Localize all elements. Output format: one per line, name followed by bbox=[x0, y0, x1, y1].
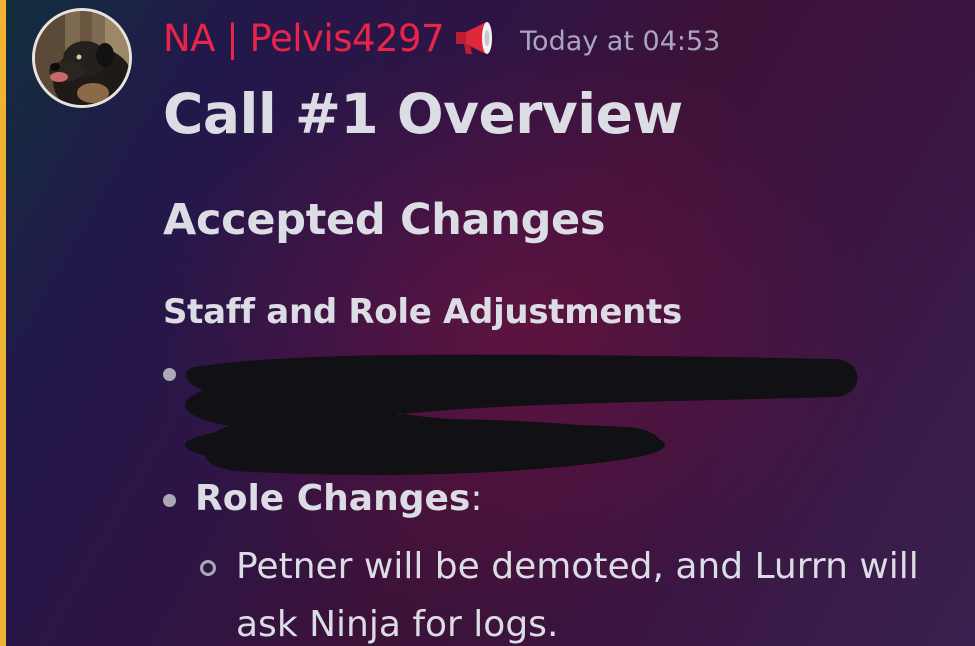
message-timestamp: Today at 04:53 bbox=[520, 25, 721, 57]
list-bullet bbox=[163, 494, 176, 507]
sub-list-item-line-1: Petner will be demoted, and Lurrn will bbox=[236, 546, 919, 587]
heading-2: Accepted Changes bbox=[163, 195, 606, 245]
list-item-role-changes: Role Changes: bbox=[195, 478, 482, 519]
heading-1: Call #1 Overview bbox=[163, 82, 683, 146]
sub-list-item-line-2: ask Ninja for logs. bbox=[236, 604, 559, 645]
message-accent-bar bbox=[0, 0, 6, 646]
list-item-label: Role Changes bbox=[195, 478, 471, 519]
sub-list-bullet bbox=[200, 560, 216, 576]
author-username[interactable]: NA | Pelvis4297 bbox=[163, 17, 445, 60]
megaphone-icon bbox=[452, 18, 500, 58]
avatar[interactable] bbox=[32, 8, 132, 108]
heading-3: Staff and Role Adjustments bbox=[163, 292, 682, 332]
dog-avatar-image bbox=[35, 11, 129, 105]
list-item-suffix: : bbox=[470, 478, 483, 519]
message-header: NA | Pelvis4297 Today at 04:53 bbox=[163, 12, 720, 64]
redaction-scribble bbox=[175, 345, 865, 480]
